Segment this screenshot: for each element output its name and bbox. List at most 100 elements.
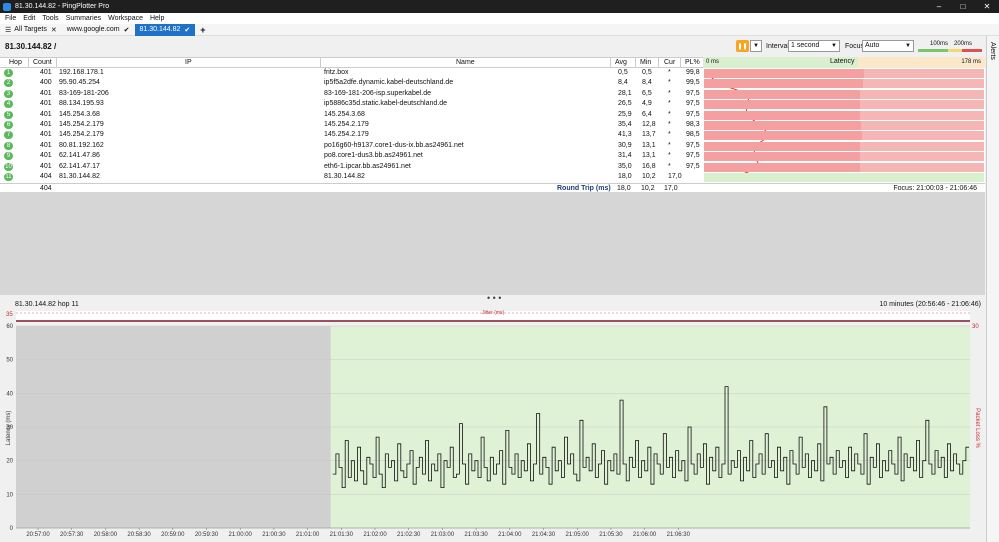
tab-google[interactable]: www.google.com ✔	[62, 24, 135, 36]
min-cell: 10,2	[642, 173, 656, 180]
interval-select[interactable]: 1 second ▼	[788, 40, 840, 52]
x-tick-label: 21:03:00	[431, 532, 455, 538]
ip-cell: 145.254.2.179	[59, 131, 104, 139]
cur-cell: *	[668, 100, 671, 108]
minimize-button[interactable]: –	[927, 0, 951, 13]
name-cell: 81.30.144.82	[324, 173, 365, 180]
col-count[interactable]: Count	[33, 59, 52, 66]
y-tick-label: 50	[6, 358, 13, 364]
table-row[interactable]: 4 401 88.134.195.93 ip5886c35d.static.kabel…	[0, 99, 985, 110]
menu-workspace[interactable]: Workspace	[108, 15, 143, 22]
menu-file[interactable]: File	[5, 15, 16, 22]
table-row[interactable]: 3 401 83-169-181-206 83-169-181-206-isp.sup…	[0, 89, 985, 99]
packet-loss-bar	[704, 110, 984, 120]
x-tick-label: 21:01:30	[330, 532, 354, 538]
pl-cell: 98,3	[686, 121, 700, 128]
col-min[interactable]: Min	[640, 59, 651, 66]
avg-cell: 31,4	[618, 152, 632, 160]
timeline-graph[interactable]: Jitter (ms) 35 30 60 50 40 30 20 10 0 Latency (ms)…	[0, 308, 985, 542]
maximize-button[interactable]: □	[951, 0, 975, 13]
cur-cell: *	[668, 89, 671, 97]
count-cell: 401	[40, 141, 52, 149]
add-tab-button[interactable]: +	[195, 24, 210, 36]
focus-value: Auto	[865, 42, 880, 49]
pause-options-button[interactable]: ▼	[750, 40, 762, 52]
packet-loss-fill	[704, 79, 864, 89]
ip-cell: 192.168.178.1	[59, 69, 104, 76]
scale-yellow	[948, 49, 962, 52]
count-cell: 400	[40, 79, 52, 87]
target-title: 81.30.144.82 /	[5, 42, 57, 51]
x-tick-label: 21:00:00	[229, 532, 253, 538]
col-avg[interactable]: Avg	[615, 59, 627, 66]
table-row[interactable]: 9 401 62.141.47.86 po8.core1-dus3.bb.as2496…	[0, 151, 985, 162]
packet-loss-fill	[704, 121, 862, 130]
count-cell: 404	[40, 173, 52, 180]
hop-badge: 9	[4, 152, 13, 161]
avg-cell: 26,5	[618, 100, 632, 108]
ip-cell: 95.90.45.254	[59, 79, 100, 87]
latency-max-label: 178 ms	[961, 59, 981, 65]
count-cell: 401	[40, 69, 52, 76]
chevron-down-icon: ▼	[753, 43, 759, 49]
menu-edit[interactable]: Edit	[23, 15, 35, 22]
min-cell: 16,8	[642, 162, 656, 170]
splitter-handle-icon[interactable]: • • •	[487, 293, 501, 303]
alerts-panel-toggle[interactable]: Alerts	[986, 36, 999, 542]
summary-count: 404	[40, 185, 52, 192]
tab-bar: ☰ All Targets ✕ www.google.com ✔ 81.30.1…	[0, 23, 999, 36]
name-cell: 145.254.3.68	[324, 110, 365, 118]
tab-target-active[interactable]: 81.30.144.82 ✔	[134, 23, 196, 36]
cur-cell: 17,0	[668, 173, 682, 180]
hop-badge: 6	[4, 121, 13, 129]
col-ip[interactable]: IP	[185, 59, 192, 66]
hop-badge: 8	[4, 141, 13, 150]
latency-header: 0 ms Latency 178 ms	[703, 57, 985, 68]
packet-loss-bar	[704, 162, 984, 172]
table-row[interactable]: 7 401 145.254.2.179 145.254.2.179 41,3 13,7 * 9…	[0, 130, 985, 141]
table-row[interactable]: 2 400 95.90.45.254 ip5f5a2dfe.dynamic.kabel…	[0, 78, 985, 89]
packet-loss-fill	[704, 110, 860, 120]
x-tick-label: 20:59:30	[195, 532, 219, 538]
packet-loss-bar	[704, 141, 984, 151]
hop-badge: 11	[4, 173, 13, 181]
x-tick-label: 20:58:30	[127, 532, 151, 538]
packet-loss-fill	[704, 89, 860, 99]
menu-tools[interactable]: Tools	[42, 15, 58, 22]
col-cur[interactable]: Cur	[664, 59, 675, 66]
pause-button[interactable]: ❚❚	[736, 40, 749, 52]
name-cell: fritz.box	[324, 69, 349, 76]
name-cell: 145.254.2.179	[324, 121, 369, 128]
table-row[interactable]: 11 404 81.30.144.82 81.30.144.82 18,0 10,2 17,…	[0, 172, 985, 182]
close-button[interactable]: ✕	[975, 0, 999, 13]
table-row[interactable]: 5 401 145.254.3.68 145.254.3.68 25,9 6,4 * 97,5	[0, 110, 985, 120]
table-row[interactable]: 6 401 145.254.2.179 145.254.2.179 35,4 12,8 * 9…	[0, 120, 985, 130]
min-cell: 12,8	[642, 121, 656, 128]
latency-min-label: 0 ms	[706, 59, 720, 65]
avg-cell: 0,5	[618, 69, 628, 76]
col-latency[interactable]: Latency	[830, 58, 855, 65]
table-row[interactable]: 1 401 192.168.178.1 fritz.box 0,5 0,5 * 99,8	[0, 68, 985, 78]
y-tick-label: 10	[6, 492, 13, 498]
name-cell: po8.core1-dus3.bb.as24961.net	[324, 152, 423, 160]
menu-help[interactable]: Help	[150, 15, 164, 22]
col-pl[interactable]: PL%	[685, 59, 700, 66]
menu-summaries[interactable]: Summaries	[66, 15, 101, 22]
col-name[interactable]: Name	[456, 59, 475, 66]
close-icon[interactable]: ✕	[51, 26, 57, 34]
min-cell: 13,1	[642, 152, 656, 160]
tab-all-targets[interactable]: ☰ All Targets ✕	[0, 24, 62, 36]
panel-splitter[interactable]: • • •	[0, 293, 985, 303]
pingplotter-app-icon	[3, 2, 11, 11]
focus-select[interactable]: Auto ▼	[862, 40, 914, 52]
cur-cell: *	[668, 69, 671, 76]
loss-top-label: 30	[972, 324, 979, 330]
scale-green	[918, 49, 948, 52]
pl-cell: 97,5	[686, 162, 700, 170]
pause-icon: ❚❚	[737, 43, 748, 50]
ip-cell: 83-169-181-206	[59, 89, 109, 97]
col-hop[interactable]: Hop	[9, 59, 22, 66]
table-row[interactable]: 10 401 62.141.47.17 eth6-1.ipcar.bb.as24961…	[0, 162, 985, 172]
table-row[interactable]: 8 401 80.81.192.162 po16g60-h9137.core1-dus…	[0, 141, 985, 151]
target-toolbar: 81.30.144.82 / ❚❚ ▼ Interval 1 second ▼ …	[0, 38, 985, 56]
